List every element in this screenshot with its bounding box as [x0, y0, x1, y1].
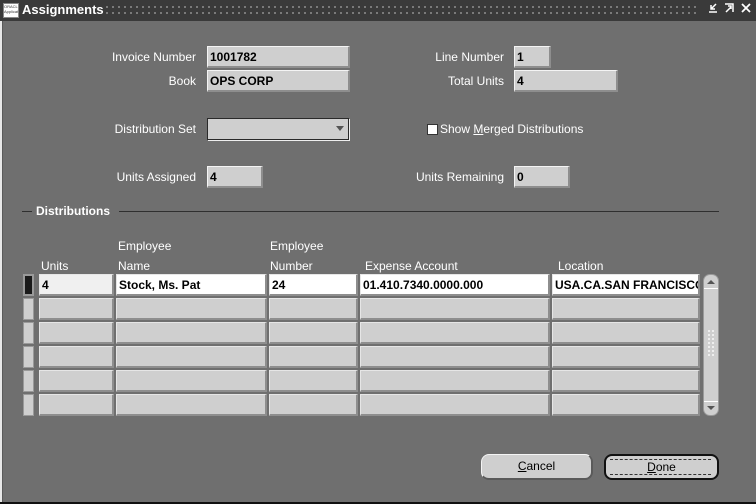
row-indicator[interactable]: [23, 298, 34, 320]
show-merged-distributions-checkbox[interactable]: [427, 124, 438, 135]
distribution-set-select[interactable]: [207, 118, 349, 140]
column-header-line2: Expense Account: [365, 259, 458, 273]
employee-name-cell[interactable]: [116, 370, 267, 392]
maximize-icon[interactable]: [721, 2, 736, 18]
column-header-line2: Number: [270, 259, 313, 273]
units-cell[interactable]: [39, 298, 114, 320]
show-merged-distributions-label[interactable]: Show Merged Distributions: [440, 122, 583, 136]
row-indicator[interactable]: [23, 322, 34, 344]
employee-name-cell[interactable]: [116, 322, 267, 344]
line-number-label: Line Number: [435, 50, 504, 64]
row-indicator[interactable]: [23, 346, 34, 368]
location-cell[interactable]: [552, 346, 700, 368]
distributions-section-title: Distributions: [36, 204, 110, 218]
units-cell[interactable]: 4: [39, 274, 114, 296]
expense-account-cell[interactable]: [360, 394, 550, 416]
employee-number-cell[interactable]: [269, 298, 358, 320]
scroll-up-icon[interactable]: [707, 280, 715, 284]
scrollbar-grip-icon[interactable]: [707, 329, 715, 357]
units-cell[interactable]: [39, 346, 114, 368]
chevron-down-icon[interactable]: [336, 126, 344, 131]
column-header-line2: Name: [118, 259, 151, 273]
employee-number-cell[interactable]: [269, 394, 358, 416]
units-assigned-field[interactable]: 4: [207, 166, 263, 188]
location-cell[interactable]: [552, 298, 700, 320]
total-units-field[interactable]: 4: [514, 70, 618, 92]
book-field[interactable]: OPS CORP: [207, 70, 350, 92]
expense-account-cell[interactable]: [360, 298, 550, 320]
row-indicator[interactable]: [23, 274, 34, 296]
table-scrollbar[interactable]: [703, 274, 719, 416]
show-merged-label-post: erged Distributions: [483, 122, 584, 136]
row-indicator[interactable]: [23, 370, 34, 392]
location-cell[interactable]: USA.CA.SAN FRANCISCO: [552, 274, 700, 296]
column-header-line1: [558, 236, 603, 256]
column-header-line1: Employee: [118, 239, 172, 253]
employee-number-cell[interactable]: [269, 322, 358, 344]
section-divider-right: [119, 211, 719, 212]
cancel-button[interactable]: Cancel: [481, 454, 593, 480]
column-header-line1: Employee: [270, 239, 324, 253]
title-bar-pattern: [104, 4, 700, 16]
location-cell[interactable]: [552, 322, 700, 344]
invoice-number-field[interactable]: 1001782: [207, 46, 350, 68]
focus-ring: [610, 459, 711, 475]
employee-number-cell[interactable]: [269, 370, 358, 392]
column-header-units: Units: [41, 236, 68, 276]
scrollbar-separator: [704, 288, 718, 289]
column-header-location: Location: [558, 236, 603, 276]
show-merged-label-mnemonic: M: [473, 122, 484, 136]
location-cell[interactable]: [552, 394, 700, 416]
units-cell[interactable]: [39, 394, 114, 416]
minimize-icon[interactable]: [705, 2, 720, 18]
show-merged-label-pre: Show: [440, 122, 474, 136]
window-title: Assignments: [22, 2, 104, 17]
expense-account-cell[interactable]: [360, 346, 550, 368]
location-cell[interactable]: [552, 370, 700, 392]
units-cell[interactable]: [39, 370, 114, 392]
cancel-label: ancel: [526, 459, 556, 473]
total-units-label: Total Units: [447, 74, 504, 88]
column-header-line1: [41, 236, 68, 256]
employee-name-cell[interactable]: [116, 346, 267, 368]
employee-name-cell[interactable]: [116, 394, 267, 416]
book-label: Book: [168, 74, 196, 88]
invoice-number-label: Invoice Number: [111, 50, 196, 64]
employee-number-cell[interactable]: [269, 346, 358, 368]
column-header-line2: Location: [558, 259, 604, 273]
units-assigned-label: Units Assigned: [116, 170, 196, 184]
expense-account-cell[interactable]: 01.410.7340.0000.000: [360, 274, 550, 296]
oracle-logo-icon: ORACLEApplications: [3, 3, 19, 18]
title-bar[interactable]: ORACLEApplications Assignments: [0, 0, 756, 21]
section-divider-left: [22, 211, 32, 212]
distribution-set-label: Distribution Set: [114, 122, 196, 136]
column-header-expense-account: Expense Account: [365, 236, 458, 276]
column-header-line2: Units: [41, 259, 69, 273]
employee-name-cell[interactable]: [116, 298, 267, 320]
employee-name-cell[interactable]: Stock, Ms. Pat: [116, 274, 267, 296]
employee-number-cell[interactable]: 24: [269, 274, 358, 296]
close-icon[interactable]: [738, 2, 753, 18]
column-header-employee-name: Employee Name: [118, 236, 171, 276]
window-border-shadow: [2, 21, 3, 504]
line-number-field[interactable]: 1: [514, 46, 551, 68]
scroll-down-icon[interactable]: [707, 406, 715, 410]
column-header-line1: [365, 236, 458, 256]
expense-account-cell[interactable]: [360, 370, 550, 392]
units-remaining-label: Units Remaining: [415, 170, 504, 184]
done-button[interactable]: Done: [604, 454, 719, 480]
expense-account-cell[interactable]: [360, 322, 550, 344]
row-indicator[interactable]: [23, 394, 34, 416]
units-cell[interactable]: [39, 322, 114, 344]
scrollbar-separator: [704, 401, 718, 402]
units-remaining-field[interactable]: 0: [514, 166, 570, 188]
column-header-employee-number: Employee Number: [270, 236, 323, 276]
